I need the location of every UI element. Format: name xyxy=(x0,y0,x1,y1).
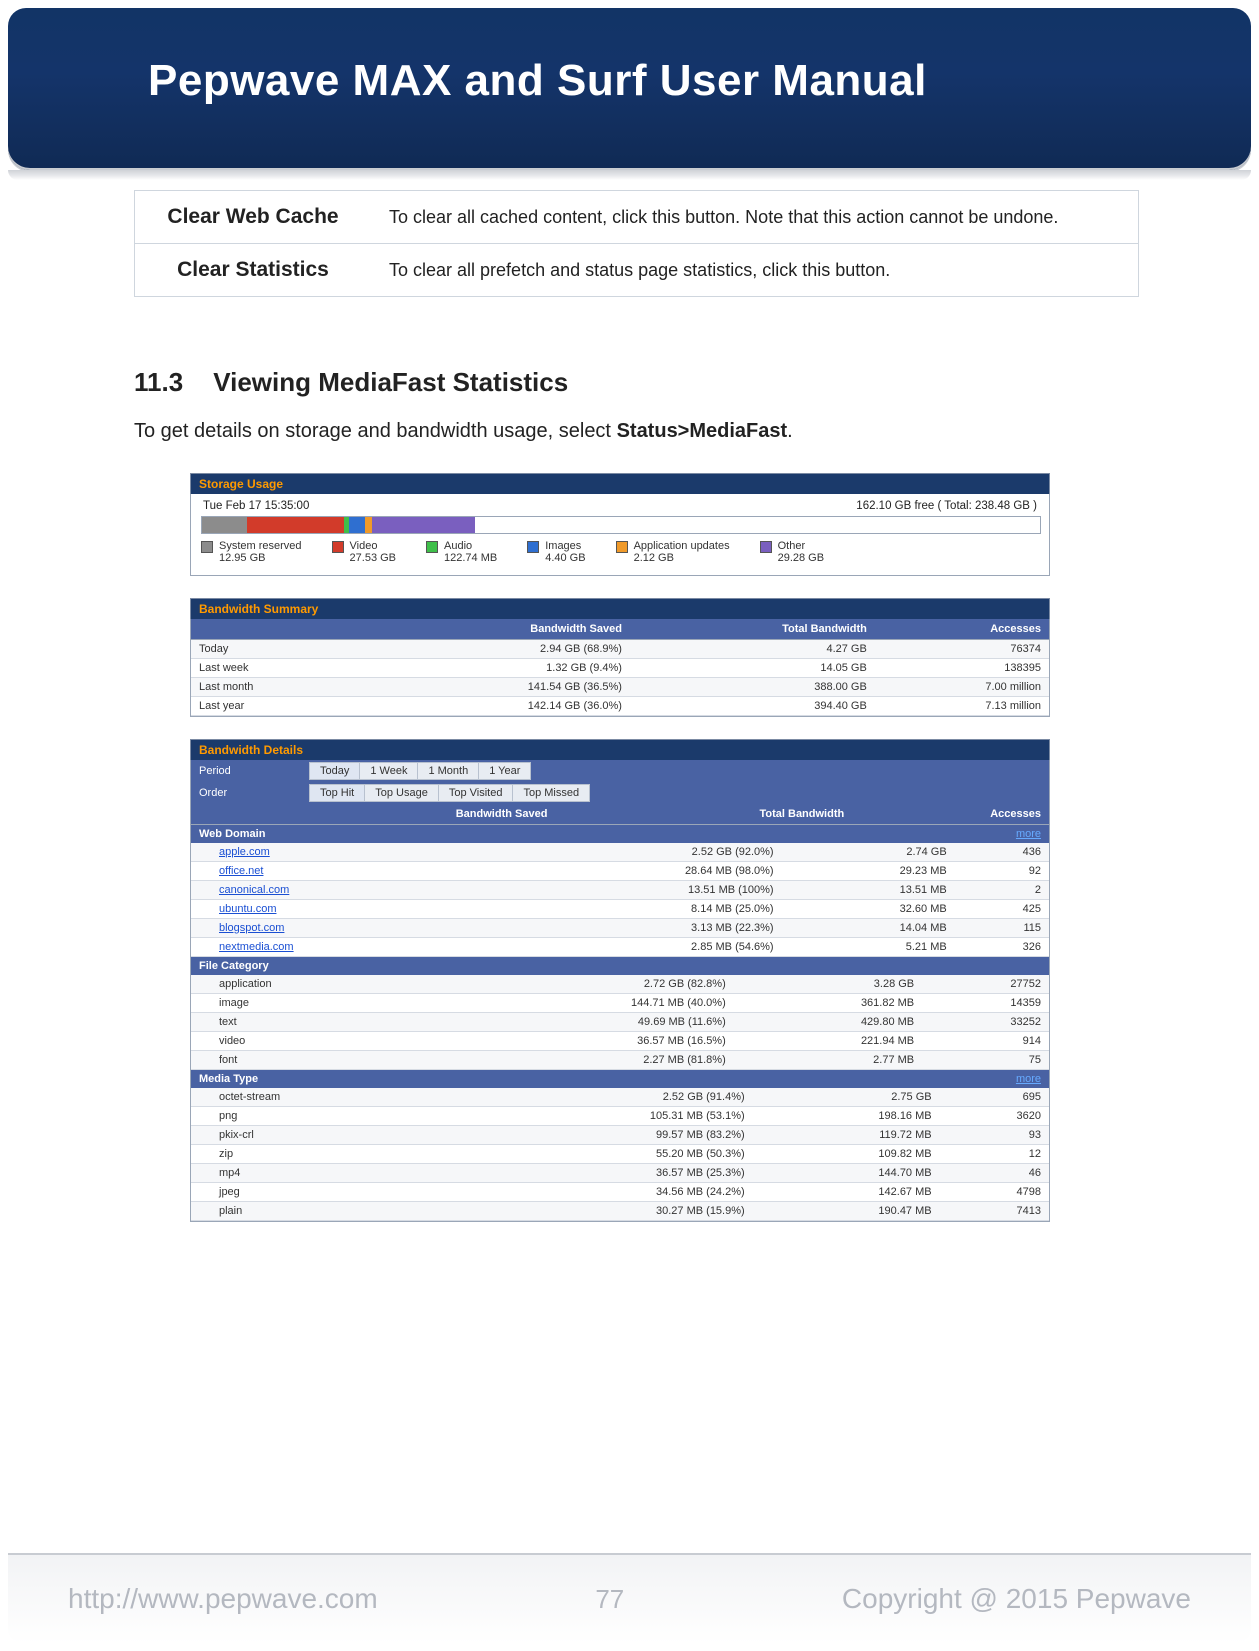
storage-segment xyxy=(365,517,373,533)
details-body: PeriodToday1 Week1 Month1 YearOrderTop H… xyxy=(190,760,1050,1222)
legend-swatch xyxy=(332,541,344,553)
tab[interactable]: Top Visited xyxy=(439,784,514,802)
content: Clear Web Cache To clear all cached cont… xyxy=(134,190,1139,1222)
legend-item: Images4.40 GB xyxy=(527,540,585,565)
embedded-screenshot: Storage Usage Tue Feb 17 15:35:00 162.10… xyxy=(190,473,1050,1222)
domain-link[interactable]: apple.com xyxy=(191,843,494,862)
tab[interactable]: Today xyxy=(309,762,360,780)
legend-item: Audio122.74 MB xyxy=(426,540,497,565)
storage-bar xyxy=(201,516,1041,534)
tab[interactable]: 1 Week xyxy=(360,762,418,780)
tab[interactable]: Top Hit xyxy=(309,784,365,802)
domain-link[interactable]: canonical.com xyxy=(191,880,494,899)
legend-item: Video27.53 GB xyxy=(332,540,396,565)
footer-copyright: Copyright @ 2015 Pepwave xyxy=(842,1583,1191,1615)
domain-link[interactable]: ubuntu.com xyxy=(191,899,494,918)
storage-segment xyxy=(202,517,247,533)
domain-link[interactable]: nextmedia.com xyxy=(191,937,494,956)
legend-item: System reserved12.95 GB xyxy=(201,540,302,565)
def-val: To clear all cached content, click this … xyxy=(371,191,1139,244)
tab[interactable]: Top Usage xyxy=(365,784,439,802)
manual-header: Pepwave MAX and Surf User Manual xyxy=(8,8,1251,170)
storage-free: 162.10 GB free ( Total: 238.48 GB ) xyxy=(856,500,1037,512)
tabset: Top HitTop UsageTop VisitedTop Missed xyxy=(309,784,590,802)
more-link[interactable]: more xyxy=(1016,1073,1041,1085)
def-val: To clear all prefetch and status page st… xyxy=(371,244,1139,297)
storage-segment xyxy=(349,517,365,533)
def-key: Clear Statistics xyxy=(135,244,372,297)
storage-panel-title: Storage Usage xyxy=(190,473,1050,494)
group-header: File Category xyxy=(191,957,1049,975)
legend-swatch xyxy=(426,541,438,553)
legend-swatch xyxy=(527,541,539,553)
filter-row: PeriodToday1 Week1 Month1 Year xyxy=(191,760,1049,782)
storage-segment xyxy=(247,517,343,533)
tab[interactable]: Top Missed xyxy=(513,784,590,802)
storage-legend: System reserved12.95 GB Video27.53 GB Audi… xyxy=(201,540,1039,565)
legend-item: Application updates2.12 GB xyxy=(616,540,730,565)
domain-link[interactable]: blogspot.com xyxy=(191,918,494,937)
section-heading: 11.3 Viewing MediaFast Statistics xyxy=(134,367,1139,398)
definition-table: Clear Web Cache To clear all cached cont… xyxy=(134,190,1139,297)
page: Pepwave MAX and Surf User Manual Clear W… xyxy=(0,0,1259,1651)
tabset: Today1 Week1 Month1 Year xyxy=(309,762,531,780)
group-header: Web Domainmore xyxy=(191,825,1049,843)
domain-link[interactable]: office.net xyxy=(191,861,494,880)
storage-segment xyxy=(475,517,1040,533)
def-key: Clear Web Cache xyxy=(135,191,372,244)
more-link[interactable]: more xyxy=(1016,828,1041,840)
storage-timestamp: Tue Feb 17 15:35:00 xyxy=(203,500,309,512)
tab[interactable]: 1 Year xyxy=(479,762,531,780)
legend-swatch xyxy=(616,541,628,553)
detail-table: application2.72 GB (82.8%)3.28 GB27752im… xyxy=(191,975,1049,1070)
detail-table: apple.com2.52 GB (92.0%)2.74 GB436office… xyxy=(191,843,1049,957)
footer-url: http://www.pepwave.com xyxy=(68,1583,378,1615)
legend-swatch xyxy=(760,541,772,553)
summary-table: Bandwidth SavedTotal BandwidthAccessesTo… xyxy=(191,619,1049,716)
footer-page: 77 xyxy=(595,1584,624,1615)
legend-item: Other29.28 GB xyxy=(760,540,824,565)
filter-row: OrderTop HitTop UsageTop VisitedTop Miss… xyxy=(191,782,1049,804)
tab[interactable]: 1 Month xyxy=(418,762,479,780)
detail-table: octet-stream2.52 GB (91.4%)2.75 GB695png… xyxy=(191,1088,1049,1221)
legend-swatch xyxy=(201,541,213,553)
section-body: To get details on storage and bandwidth … xyxy=(134,420,1139,443)
manual-footer: http://www.pepwave.com 77 Copyright @ 20… xyxy=(8,1553,1251,1643)
manual-title: Pepwave MAX and Surf User Manual xyxy=(148,56,927,106)
storage-segment xyxy=(372,517,475,533)
details-panel-title: Bandwidth Details xyxy=(190,739,1050,760)
summary-panel-title: Bandwidth Summary xyxy=(190,598,1050,619)
group-header: Media Typemore xyxy=(191,1070,1049,1088)
